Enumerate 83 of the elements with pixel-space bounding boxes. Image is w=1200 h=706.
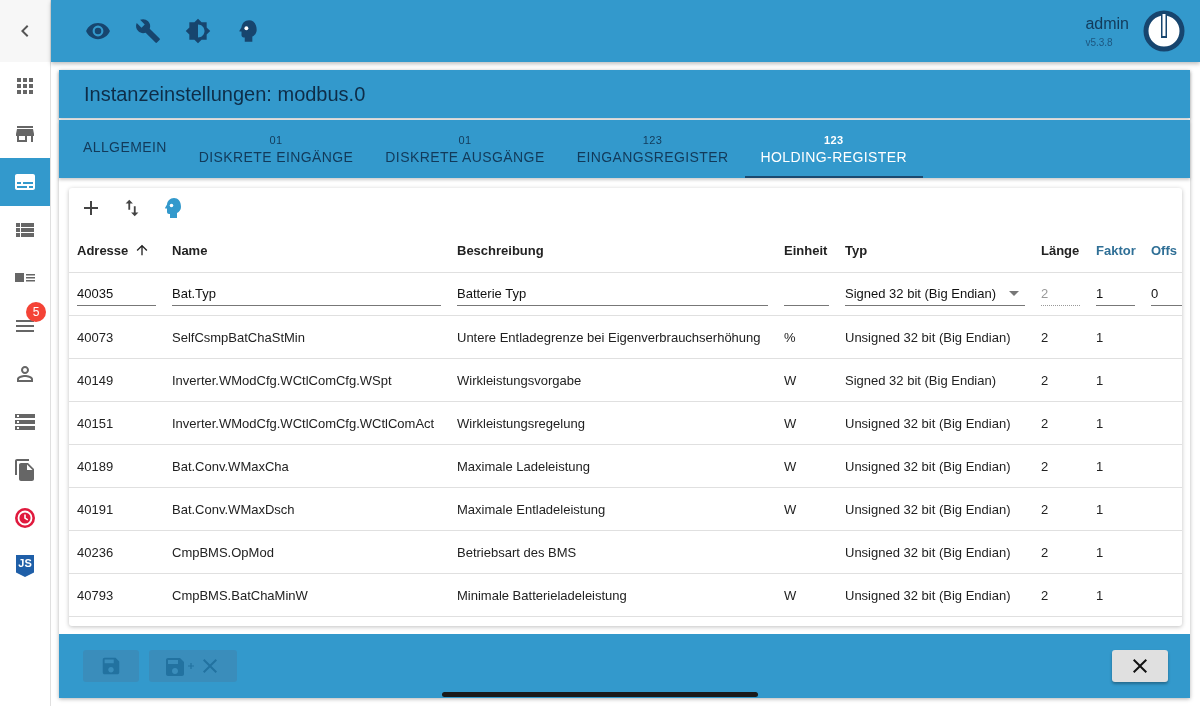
table-cell: Unsigned 32 bit (Big Endian) [845,587,1011,603]
table-cell: 40189 [77,458,114,474]
column-header[interactable]: Länge [1041,242,1080,258]
caret-icon [1009,291,1019,296]
user-name: admin [1085,14,1129,33]
table-cell: CmpBMS.OpMod [172,544,274,560]
table-cell: % [784,329,796,345]
table-cell: 2 [1041,329,1049,345]
table-cell: 40236 [77,544,114,560]
table-cell: Betriebsart des BMS [457,544,577,560]
tab[interactable]: 01 DISKRETE EINGÄNGE [182,120,370,178]
files-icon [13,458,37,482]
input-field[interactable]: 40035 [77,282,156,306]
table-cell: Unsigned 32 bit (Big Endian) [845,329,1011,345]
sidebar-item[interactable] [0,158,50,206]
table-cell: Unsigned 32 bit (Big Endian) [845,458,1011,474]
version-label: v5.3.8 [1085,36,1114,48]
input-field[interactable]: 0 [1151,282,1182,306]
table-cell: 40149 [77,372,114,388]
table-cell: 2 [1041,501,1049,517]
column-header[interactable]: Faktor [1096,242,1136,258]
save-icon [100,655,122,677]
tab[interactable]: 123 EINGANGSREGISTER [560,120,745,178]
column-header[interactable]: Beschreibung [457,242,544,258]
table-cell: Minimale Batterieladeleistung [457,587,627,603]
tab[interactable]: 01 DISKRETE AUSGÄNGE [369,120,561,178]
column-header[interactable]: Adresse [77,242,129,258]
table-cell: W [784,587,797,603]
column-header[interactable]: Einheit [784,242,828,258]
js-logo-text: JS [18,556,32,571]
brightness-icon[interactable] [185,18,211,44]
table-cell: Maximale Entladeleistung [457,501,606,517]
table-cell: 40191 [77,501,114,517]
column-header[interactable]: Offs [1151,242,1177,258]
table-cell: 2 [1041,587,1049,603]
table-cell: 1 [1096,415,1104,431]
input-field[interactable]: Batterie Typ [457,282,768,306]
history-icon [13,506,37,530]
notification-badge: 5 [26,302,46,322]
table-cell: Unsigned 32 bit (Big Endian) [845,501,1011,517]
table-cell: Signed 32 bit (Big Endian) [845,372,997,388]
table-cell: 40073 [77,329,114,345]
table-cell: 1 [1096,458,1104,474]
type-select[interactable]: Signed 32 bit (Big Endian) [845,282,1025,306]
tab[interactable]: ALLGEMEIN [67,120,183,178]
table-cell: 1 [1096,587,1104,603]
table-cell: Wirkleistungsvorgabe [457,372,582,388]
table-cell: 40151 [77,415,114,431]
input-field[interactable]: 1 [1096,282,1135,306]
table-cell: 2 [1041,372,1049,388]
column-header[interactable]: Typ [845,242,868,258]
input-field: 2 [1041,282,1080,306]
table-cell: Unsigned 32 bit (Big Endian) [845,415,1011,431]
table-cell: W [784,415,797,431]
table-cell: 2 [1041,415,1049,431]
table-cell: CmpBMS.BatChaMinW [172,587,308,603]
sidebar-item[interactable]: 5 [0,302,50,350]
table-cell: W [784,458,797,474]
table-cell: 1 [1096,372,1104,388]
table-cell: W [784,501,797,517]
table-cell: Untere Entladegrenze bei Eigenverbrauchserhöhung [457,329,761,345]
table-cell: W [784,372,797,388]
sidebar-item[interactable]: JS [0,542,50,590]
table-cell: 2 [1041,544,1049,560]
table-cell: 1 [1096,544,1104,560]
table-cell: Inverter.WModCfg.WCtlComCfg.WCtlComAct [172,415,435,431]
input-field[interactable]: Bat.Typ [172,282,441,306]
table-cell: Wirkleistungsregelung [457,415,585,431]
table-cell: Inverter.WModCfg.WCtlComCfg.WSpt [172,372,392,388]
table-cell: Maximale Ladeleistung [457,458,590,474]
table-cell: Bat.Conv.WMaxCha [172,458,289,474]
table-cell: Bat.Conv.WMaxDsch [172,501,295,517]
table-cell: Unsigned 32 bit (Big Endian) [845,544,1011,560]
app-logo-icon [1143,10,1185,52]
close-button[interactable] [1112,650,1168,682]
panel-title: Instanzeinstellungen: modbus.0 [59,70,1190,118]
table-cell: 2 [1041,458,1049,474]
table-cell: SelfCsmpBatChaStMin [172,329,305,345]
wrench-icon[interactable] [135,18,161,44]
table-cell: 1 [1096,329,1104,345]
column-header[interactable]: Name [172,242,208,258]
table-cell: 40793 [77,587,114,603]
table-cell: 1 [1096,501,1104,517]
